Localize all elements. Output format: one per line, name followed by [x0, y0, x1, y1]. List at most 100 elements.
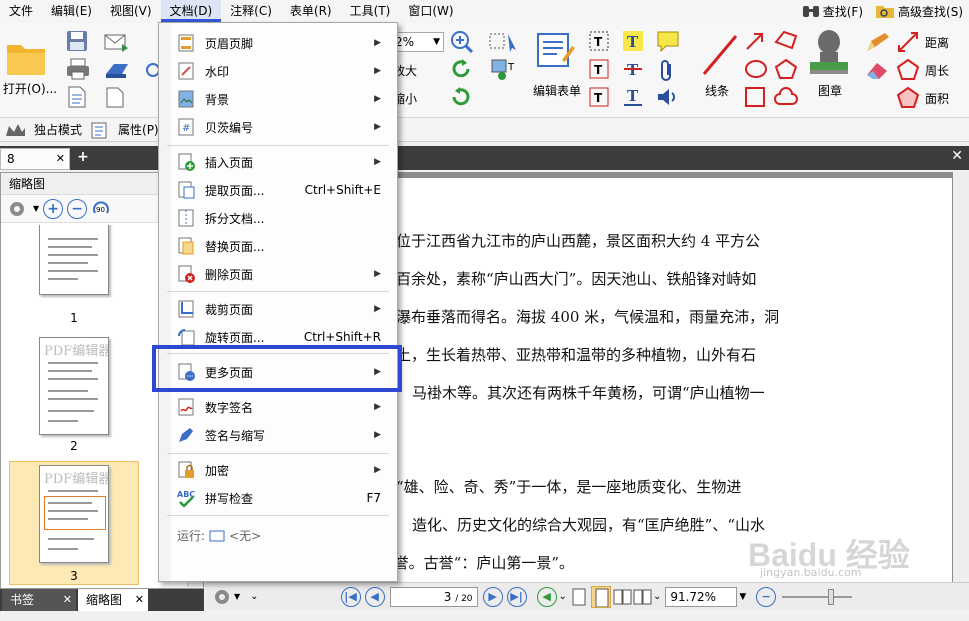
- form-edit-icon[interactable]: [536, 30, 576, 70]
- sound-icon[interactable]: [656, 86, 680, 108]
- zoom-slider[interactable]: [782, 588, 853, 605]
- page-thumbnail[interactable]: PDF编辑器: [39, 337, 109, 435]
- page-thumbnail[interactable]: [39, 225, 109, 295]
- stamp-label[interactable]: 图章: [812, 82, 848, 98]
- next-page-button[interactable]: ▶: [482, 586, 503, 607]
- previous-page-button[interactable]: ◀: [364, 586, 385, 607]
- form-edit-label[interactable]: 编辑表单: [528, 82, 586, 98]
- single-page-icon[interactable]: [571, 587, 587, 607]
- menu-item-delete-page[interactable]: 删除页面 ▶: [159, 260, 397, 288]
- menu-item-extract-page[interactable]: 提取页面... Ctrl+Shift+E: [159, 176, 397, 204]
- chevron-down-icon[interactable]: ▼: [739, 592, 746, 602]
- close-tab-icon[interactable]: ✕: [56, 149, 65, 169]
- menu-tools[interactable]: 工具(T): [341, 0, 400, 22]
- scan-icon[interactable]: [104, 60, 130, 80]
- facing-pages-icon[interactable]: [613, 587, 633, 607]
- menu-item-bates-numbering[interactable]: # 贝茨编号 ▶: [159, 113, 397, 141]
- strikeout-icon[interactable]: T: [622, 58, 644, 80]
- gear-icon[interactable]: [7, 199, 29, 219]
- continuous-page-icon[interactable]: [590, 585, 611, 608]
- close-icon[interactable]: ✕: [951, 148, 963, 164]
- open-label[interactable]: 打开(O)...: [2, 80, 58, 96]
- back-button[interactable]: ◀: [536, 586, 557, 607]
- distance-icon[interactable]: [896, 30, 920, 54]
- text-box-icon[interactable]: T: [588, 58, 610, 80]
- menu-form[interactable]: 表单(R): [281, 0, 341, 22]
- save-icon[interactable]: [66, 30, 88, 52]
- find-button[interactable]: 查找(F): [802, 0, 863, 22]
- document-tab[interactable]: 8 ✕: [0, 148, 70, 170]
- attachment-icon[interactable]: [658, 58, 676, 82]
- rotate-left-icon[interactable]: [450, 58, 472, 80]
- close-icon[interactable]: ✕: [63, 589, 72, 611]
- area-icon[interactable]: [896, 86, 920, 110]
- zoom-out-thumb-icon[interactable]: −: [67, 198, 88, 219]
- area-label[interactable]: 面积: [920, 90, 954, 106]
- email-icon[interactable]: [104, 32, 130, 52]
- pencil-icon[interactable]: [864, 30, 892, 54]
- chevron-down-icon[interactable]: ▼: [234, 592, 240, 601]
- ellipse-icon[interactable]: [744, 58, 768, 80]
- zoom-select[interactable]: 2% ▼: [392, 32, 444, 52]
- text-field-icon[interactable]: T: [588, 30, 610, 52]
- menu-document[interactable]: 文档(D): [160, 0, 222, 22]
- double-chevron-down-icon[interactable]: ⌄: [653, 591, 661, 602]
- rotate-90-icon[interactable]: 90: [91, 199, 113, 219]
- thumbnails-tab[interactable]: 缩略图 ✕: [78, 589, 148, 611]
- close-icon[interactable]: ✕: [135, 589, 144, 611]
- select-text-icon[interactable]: [488, 30, 524, 54]
- menu-item-sign-initials[interactable]: 签名与缩写 ▶: [159, 421, 397, 449]
- menu-item-background[interactable]: 背景 ▶: [159, 85, 397, 113]
- menu-item-spell-check[interactable]: ABC 拼写检查 F7: [159, 484, 397, 512]
- open-button[interactable]: [4, 32, 48, 82]
- zoom-in-thumb-icon[interactable]: +: [43, 198, 64, 219]
- menu-run-row[interactable]: 运行: <无>: [177, 527, 261, 544]
- menu-item-digital-signature[interactable]: 数字签名 ▶: [159, 393, 397, 421]
- arrow-icon[interactable]: [744, 30, 766, 52]
- menu-item-crop-page[interactable]: 裁剪页面 ▶: [159, 295, 397, 323]
- polygon-line-icon[interactable]: [774, 30, 798, 52]
- zoom-field[interactable]: 91.72%: [665, 586, 738, 607]
- lines-label[interactable]: 线条: [700, 82, 734, 98]
- menu-item-replace-page[interactable]: 替换页面...: [159, 232, 397, 260]
- new-document-icon[interactable]: [104, 86, 126, 108]
- continuous-facing-icon[interactable]: [633, 587, 653, 607]
- page-number-field[interactable]: 3 / 20: [389, 586, 478, 607]
- note-icon[interactable]: [656, 30, 680, 52]
- menu-file[interactable]: 文件: [0, 0, 42, 22]
- distance-label[interactable]: 距离: [920, 34, 954, 50]
- chevron-down-icon[interactable]: ▼: [33, 204, 39, 213]
- last-page-button[interactable]: ▶|: [506, 586, 527, 607]
- menu-comment[interactable]: 注释(C): [221, 0, 281, 22]
- menu-item-encrypt[interactable]: 加密 ▶: [159, 456, 397, 484]
- gear-icon[interactable]: [212, 587, 234, 607]
- print-icon[interactable]: [66, 58, 90, 80]
- double-chevron-down-icon[interactable]: ⌄: [559, 591, 567, 602]
- perimeter-label[interactable]: 周长: [920, 62, 954, 78]
- menu-item-header-footer[interactable]: 页眉页脚 ▶: [159, 29, 397, 57]
- document-icon[interactable]: [66, 86, 88, 108]
- page-thumbnail-selected[interactable]: PDF编辑器: [39, 465, 109, 563]
- perimeter-icon[interactable]: [896, 58, 920, 82]
- callout-icon[interactable]: T: [588, 86, 610, 108]
- document-scrollbar[interactable]: [953, 172, 969, 582]
- menu-view[interactable]: 视图(V): [101, 0, 161, 22]
- rotate-right-icon[interactable]: [450, 86, 472, 108]
- image-add-icon[interactable]: T: [490, 58, 524, 82]
- exclusive-mode-button[interactable]: 独占模式: [34, 121, 82, 138]
- menu-item-insert-page[interactable]: 插入页面 ▶: [159, 148, 397, 176]
- rectangle-icon[interactable]: [744, 86, 766, 108]
- eraser-icon[interactable]: [864, 58, 892, 82]
- menu-item-watermark[interactable]: 水印 ▶: [159, 57, 397, 85]
- zoom-slider-thumb[interactable]: [828, 588, 835, 605]
- first-page-button[interactable]: |◀: [340, 586, 361, 607]
- menu-item-split-document[interactable]: 拆分文档...: [159, 204, 397, 232]
- advanced-find-button[interactable]: 高级查找(S): [875, 0, 963, 22]
- line-icon[interactable]: [700, 32, 740, 78]
- menu-edit[interactable]: 编辑(E): [42, 0, 101, 22]
- bookmarks-tab[interactable]: 书签 ✕: [2, 589, 76, 611]
- underline-icon[interactable]: T: [622, 86, 644, 108]
- zoom-in-icon[interactable]: [450, 30, 474, 54]
- cloud-icon[interactable]: [774, 86, 798, 108]
- typewriter-icon[interactable]: T: [622, 30, 644, 52]
